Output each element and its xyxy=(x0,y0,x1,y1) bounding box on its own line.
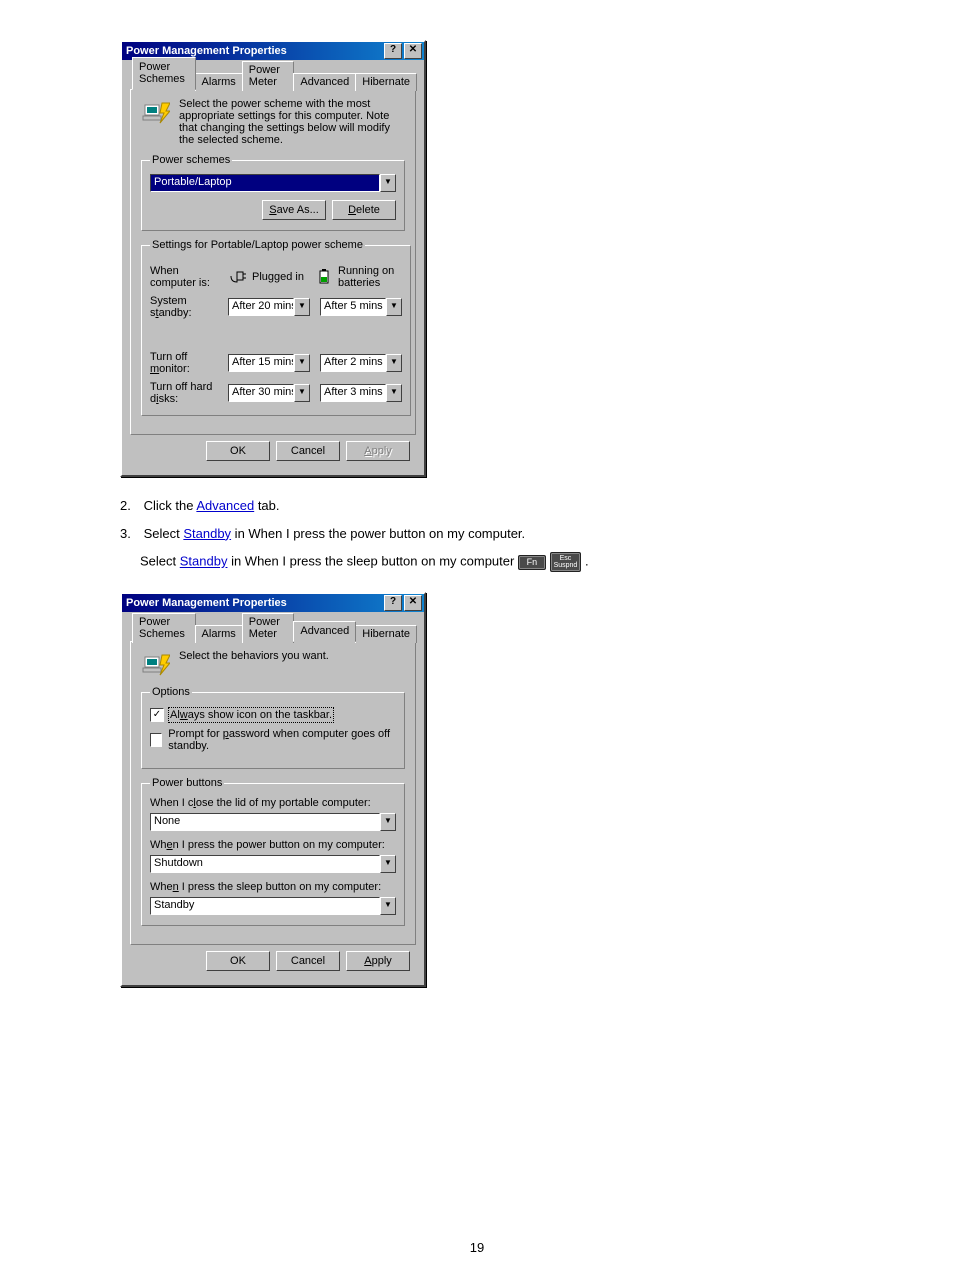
tab-advanced[interactable]: Advanced xyxy=(293,73,356,91)
battery-label: Running on batteries xyxy=(338,265,402,289)
power-mgmt-dialog-schemes: Power Management Properties ? ✕ Power Sc… xyxy=(120,40,426,477)
esc-key-icon: EscSuspnd xyxy=(550,552,582,572)
tab-strip: Power Schemes Alarms Power Meter Advance… xyxy=(130,623,416,642)
hdd-ac-combo[interactable]: After 30 mins▼ xyxy=(228,384,310,402)
help-button[interactable]: ? xyxy=(384,595,402,611)
standby-ac-combo[interactable]: After 20 mins▼ xyxy=(228,298,310,316)
monitor-ac-combo[interactable]: After 15 mins▼ xyxy=(228,354,310,372)
sleep-label: When I press the sleep button on my comp… xyxy=(150,881,396,893)
info-text: Select the behaviors you want. xyxy=(179,650,405,662)
power-icon xyxy=(141,650,171,678)
window-title: Power Management Properties xyxy=(124,45,382,57)
chevron-down-icon[interactable]: ▼ xyxy=(294,298,310,316)
delete-button[interactable]: Delete xyxy=(332,200,396,220)
ok-button[interactable]: OK xyxy=(206,441,270,461)
chevron-down-icon[interactable]: ▼ xyxy=(294,384,310,402)
pwr-label: When I press the power button on my comp… xyxy=(150,839,396,851)
battery-icon xyxy=(314,268,334,287)
when-label: When computer is: xyxy=(150,265,224,289)
standby-dc-combo[interactable]: After 5 mins▼ xyxy=(320,298,402,316)
fn-key-icon: Fn xyxy=(518,555,546,570)
close-button[interactable]: ✕ xyxy=(404,595,422,611)
monitor-dc-combo[interactable]: After 2 mins▼ xyxy=(320,354,402,372)
chevron-down-icon[interactable]: ▼ xyxy=(386,298,402,316)
options-legend: Options xyxy=(150,686,192,698)
titlebar[interactable]: Power Management Properties ? ✕ xyxy=(122,594,424,612)
tab-hibernate[interactable]: Hibernate xyxy=(355,625,417,643)
always-show-icon-checkbox[interactable]: ✓ xyxy=(150,708,164,722)
cancel-button[interactable]: Cancel xyxy=(276,951,340,971)
cancel-button[interactable]: Cancel xyxy=(276,441,340,461)
lid-combo[interactable]: None▼ xyxy=(150,813,396,831)
power-schemes-group: Power schemes Portable/Laptop ▼ Save As.… xyxy=(141,154,405,231)
settings-group: Settings for Portable/Laptop power schem… xyxy=(141,239,411,416)
tab-power-meter[interactable]: Power Meter xyxy=(242,613,295,643)
power-mgmt-dialog-advanced: Power Management Properties ? ✕ Power Sc… xyxy=(120,592,426,987)
tab-hibernate[interactable]: Hibernate xyxy=(355,73,417,91)
power-button-combo[interactable]: Shutdown▼ xyxy=(150,855,396,873)
help-button[interactable]: ? xyxy=(384,43,402,59)
lid-label: When I close the lid of my portable comp… xyxy=(150,797,396,809)
chevron-down-icon[interactable]: ▼ xyxy=(380,897,396,915)
standby-link-1[interactable]: Standby xyxy=(183,526,231,541)
plug-icon xyxy=(228,268,248,287)
standby-label: System standby: xyxy=(150,295,224,319)
info-text: Select the power scheme with the most ap… xyxy=(179,98,405,146)
tab-alarms[interactable]: Alarms xyxy=(195,73,243,91)
chevron-down-icon[interactable]: ▼ xyxy=(380,174,396,192)
plugged-label: Plugged in xyxy=(252,271,310,283)
monitor-label: Turn off monitor: xyxy=(150,351,224,375)
chevron-down-icon[interactable]: ▼ xyxy=(386,384,402,402)
prompt-password-label: Prompt for password when computer goes o… xyxy=(168,728,396,752)
save-as-button[interactable]: Save As... xyxy=(262,200,326,220)
apply-button[interactable]: Apply xyxy=(346,441,410,461)
step-3: 3. Select Standby in When I press the po… xyxy=(120,525,834,543)
tab-power-meter[interactable]: Power Meter xyxy=(242,61,295,91)
hdd-label: Turn off hard disks: xyxy=(150,381,224,405)
chevron-down-icon[interactable]: ▼ xyxy=(386,354,402,372)
chevron-down-icon[interactable]: ▼ xyxy=(380,855,396,873)
apply-button[interactable]: Apply xyxy=(346,951,410,971)
step-2: 2. 2. Click the Click the Advanced tab. xyxy=(120,497,834,515)
standby-link-2[interactable]: Standby xyxy=(180,554,228,569)
tab-strip: Power Schemes Alarms Power Meter Advance… xyxy=(130,71,416,90)
buttons-legend: Power buttons xyxy=(150,777,224,789)
window-title: Power Management Properties xyxy=(124,597,382,609)
tab-power-schemes[interactable]: Power Schemes xyxy=(132,57,196,90)
tab-advanced[interactable]: Advanced xyxy=(293,621,356,642)
close-button[interactable]: ✕ xyxy=(404,43,422,59)
options-group: Options ✓ Always show icon on the taskba… xyxy=(141,686,405,769)
scheme-value: Portable/Laptop xyxy=(150,174,380,192)
advanced-link[interactable]: Advanced xyxy=(196,498,254,513)
tab-power-schemes[interactable]: Power Schemes xyxy=(132,613,196,643)
ok-button[interactable]: OK xyxy=(206,951,270,971)
power-buttons-group: Power buttons When I close the lid of my… xyxy=(141,777,405,926)
always-show-icon-label: Always show icon on the taskbar. xyxy=(170,709,332,721)
scheme-combo[interactable]: Portable/Laptop ▼ xyxy=(150,174,396,192)
chevron-down-icon[interactable]: ▼ xyxy=(294,354,310,372)
step-3b: Select Standby in When I press the sleep… xyxy=(120,552,834,572)
settings-legend: Settings for Portable/Laptop power schem… xyxy=(150,239,365,251)
group-legend: Power schemes xyxy=(150,154,232,166)
tab-alarms[interactable]: Alarms xyxy=(195,625,243,643)
hdd-dc-combo[interactable]: After 3 mins▼ xyxy=(320,384,402,402)
page-number: 19 xyxy=(0,1240,954,1255)
power-icon xyxy=(141,98,171,126)
chevron-down-icon[interactable]: ▼ xyxy=(380,813,396,831)
prompt-password-checkbox[interactable] xyxy=(150,733,162,747)
sleep-button-combo[interactable]: Standby▼ xyxy=(150,897,396,915)
